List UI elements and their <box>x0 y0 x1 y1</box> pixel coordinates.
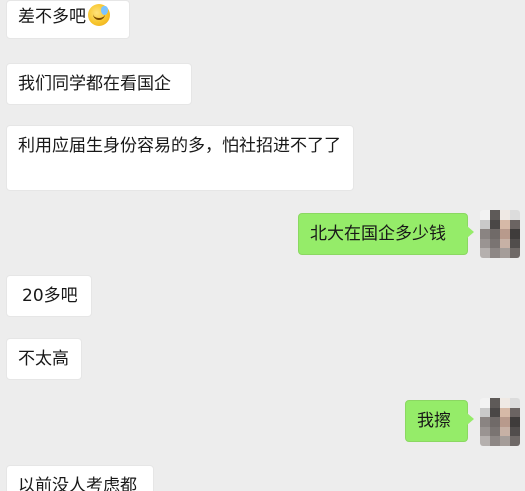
message-text: 差不多吧 <box>18 7 86 27</box>
message-text: 我们同学都在看国企 <box>18 74 171 94</box>
message-bubble[interactable]: 20多吧 <box>6 275 92 317</box>
message-bubble[interactable]: 利用应届生身份容易的多，怕社招进不了了 <box>6 125 354 191</box>
chat-area: 差不多吧 我们同学都在看国企 利用应届生身份容易的多，怕社招进不了了 北大在国企… <box>0 0 525 491</box>
message-text: 不太高 <box>18 349 69 369</box>
my-message-bubble[interactable]: 北大在国企多少钱 <box>298 213 474 255</box>
crying-laughing-emoji-icon <box>88 4 110 26</box>
message-bubble[interactable]: 以前没人考虑都 <box>6 465 154 491</box>
message-text: 我擦 <box>417 411 451 431</box>
message-bubble[interactable]: 差不多吧 <box>6 0 130 39</box>
my-avatar[interactable] <box>480 210 520 258</box>
message-text: 以前没人考虑都 <box>18 476 137 491</box>
message-bubble[interactable]: 不太高 <box>6 338 82 380</box>
my-message-bubble[interactable]: 我擦 <box>405 400 474 442</box>
message-text: 北大在国企多少钱 <box>310 224 446 244</box>
message-bubble[interactable]: 我们同学都在看国企 <box>6 63 192 105</box>
message-text: 利用应届生身份容易的多，怕社招进不了了 <box>18 136 341 156</box>
message-text: 20多吧 <box>22 286 78 306</box>
my-avatar[interactable] <box>480 398 520 446</box>
